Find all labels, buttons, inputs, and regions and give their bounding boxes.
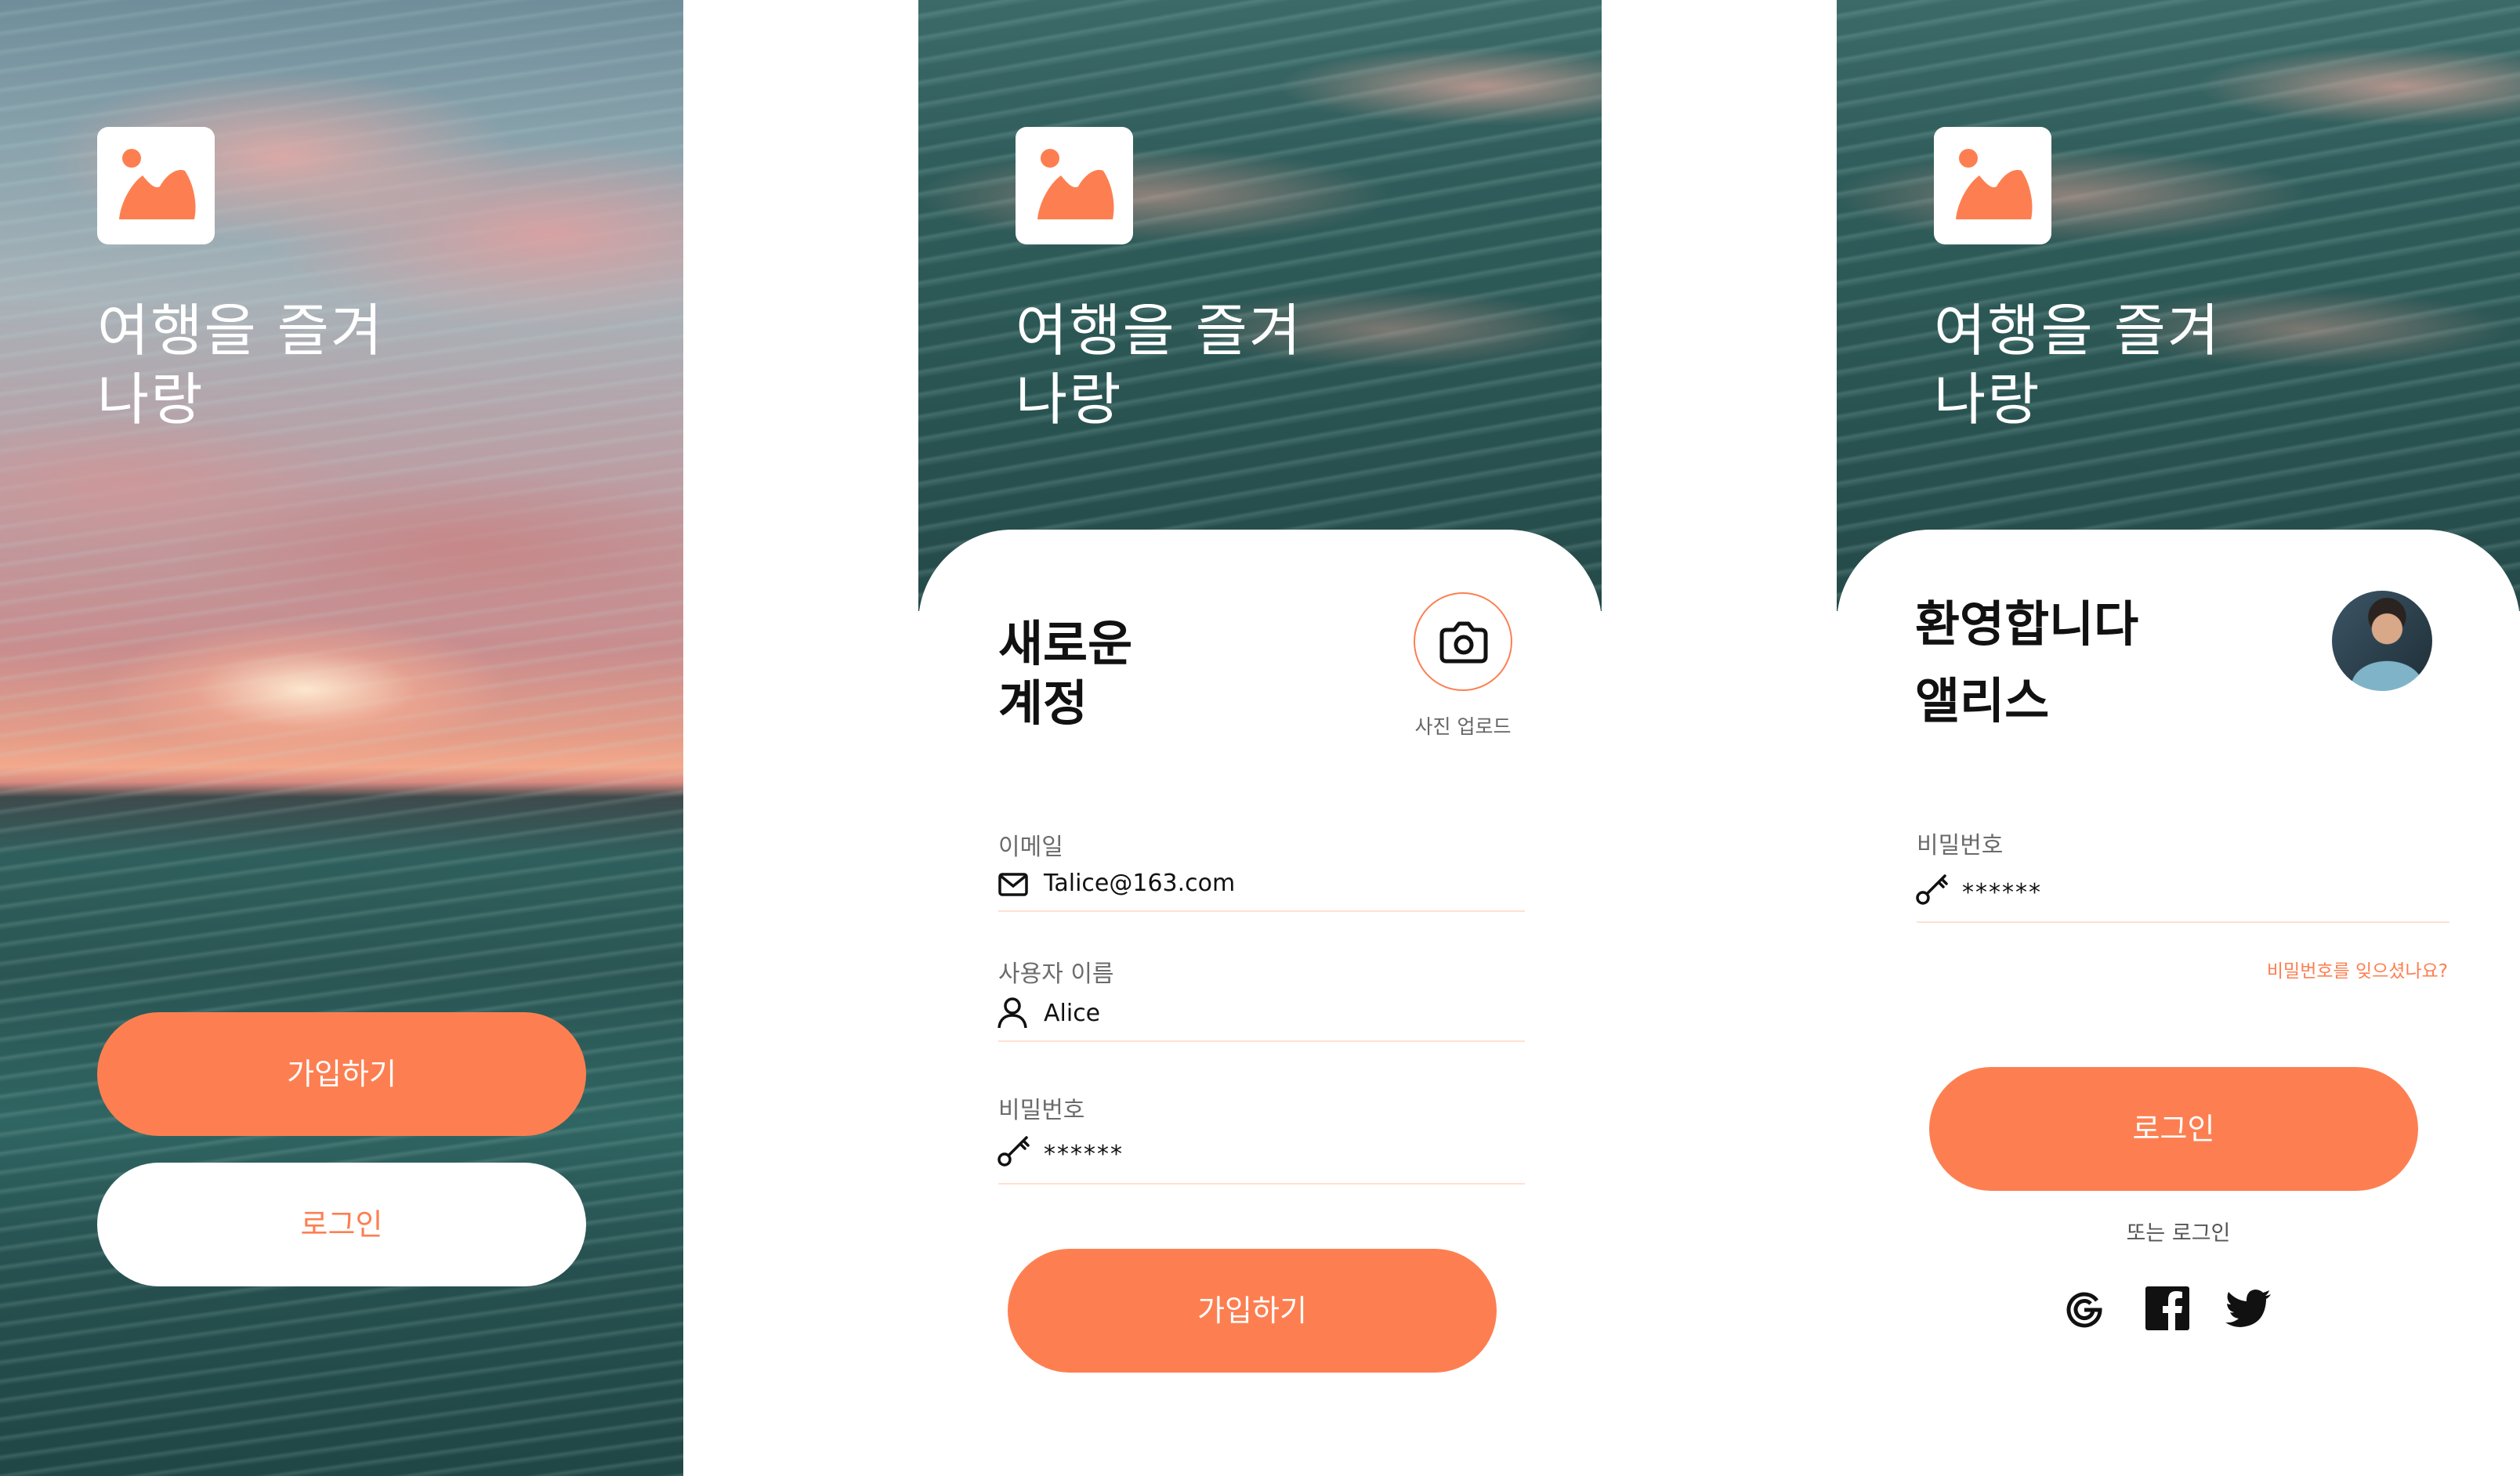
google-icon[interactable] <box>2062 1286 2106 1330</box>
app-logo <box>1934 127 2051 244</box>
hero-title: 여행을 즐겨 나랑 <box>1016 298 1303 432</box>
signup-screen: 여행을 즐겨 나랑 새로운 계정 사진 업로드 이메일 Talice@163.c… <box>918 0 1602 1476</box>
login-button[interactable]: 로그인 <box>1929 1067 2418 1191</box>
username-underline <box>998 1040 1525 1042</box>
email-underline <box>998 910 1525 912</box>
login-card: 환영합니다 앨리스 비밀번호 ****** 비밀번호를 잊으셨나요? 로그인 또… <box>1837 530 2520 1476</box>
app-logo <box>97 127 215 244</box>
avatar[interactable] <box>2332 591 2432 691</box>
username-field[interactable]: Alice <box>1044 1000 1100 1027</box>
email-field[interactable]: Talice@163.com <box>1044 870 1235 897</box>
key-icon <box>998 1136 1030 1167</box>
signup-button[interactable]: 가입하기 <box>97 1012 586 1136</box>
username-label: 사용자 이름 <box>998 960 1114 988</box>
app-logo <box>1016 127 1133 244</box>
hero-title: 여행을 즐겨 나랑 <box>1934 298 2221 432</box>
card-title: 새로운 계정 <box>998 615 1133 732</box>
password-underline <box>1917 921 2449 923</box>
hero-title: 여행을 즐겨 나랑 <box>97 298 385 432</box>
signup-submit-button[interactable]: 가입하기 <box>1008 1249 1497 1373</box>
password-label: 비밀번호 <box>1917 832 2004 859</box>
mail-icon <box>998 873 1028 896</box>
email-label: 이메일 <box>998 834 1063 861</box>
welcome-title: 환영합니다 앨리스 <box>1915 595 2139 729</box>
password-underline <box>998 1183 1525 1185</box>
user-icon <box>998 997 1027 1029</box>
login-screen: 여행을 즐겨 나랑 환영합니다 앨리스 비밀번호 ****** 비밀번호를 잊으… <box>1837 0 2520 1476</box>
image-icon <box>119 149 196 219</box>
twitter-icon[interactable] <box>2225 1290 2272 1330</box>
facebook-icon[interactable] <box>2145 1286 2189 1330</box>
image-icon <box>1037 149 1114 219</box>
password-field[interactable]: ****** <box>1044 1141 1124 1168</box>
upload-caption: 사진 업로드 <box>1414 715 1512 738</box>
photo-upload-button[interactable] <box>1414 592 1512 691</box>
welcome-screen: 여행을 즐겨 나랑 가입하기 로그인 <box>0 0 683 1476</box>
forgot-password-link[interactable]: 비밀번호를 잊으셨나요? <box>2267 956 2448 982</box>
key-icon <box>1916 874 1948 905</box>
signup-card: 새로운 계정 사진 업로드 이메일 Talice@163.com 사용자 이름 … <box>918 530 1602 1476</box>
login-button[interactable]: 로그인 <box>97 1163 586 1286</box>
password-label: 비밀번호 <box>998 1097 1085 1124</box>
or-login-caption: 또는 로그인 <box>2126 1221 2231 1246</box>
camera-icon <box>1439 621 1488 664</box>
image-icon <box>1956 149 2033 219</box>
password-field[interactable]: ****** <box>1962 879 2042 906</box>
